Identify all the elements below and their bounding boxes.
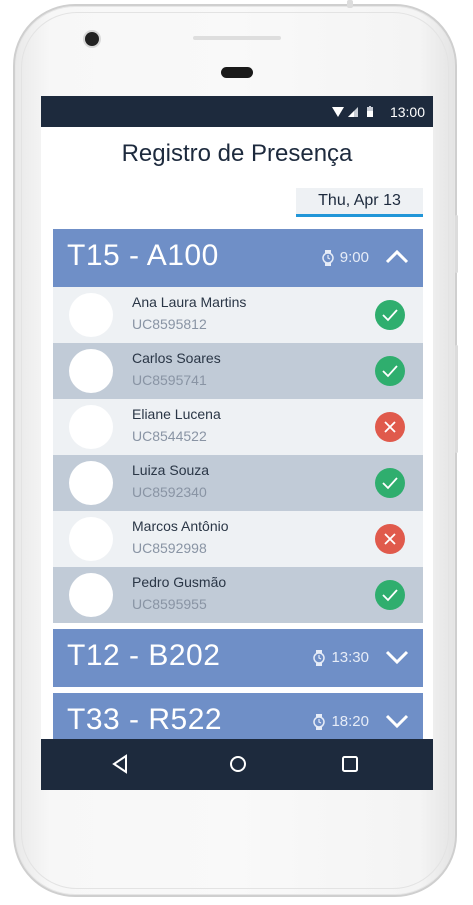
page-title: Registro de Presença [121, 140, 353, 167]
student-name: Ana Laura Martins [132, 294, 247, 310]
class-time-value: 18:20 [331, 713, 369, 730]
class-time-value: 9:00 [339, 249, 369, 266]
class-name: T33 - R522 [67, 703, 223, 736]
student-id: UC8595812 [132, 316, 207, 332]
avatar [69, 573, 113, 617]
top-notch-mark [347, 0, 353, 8]
class-name: T15 - A100 [67, 239, 219, 272]
student-row[interactable]: Ana Laura Martins UC8595812 [53, 287, 423, 343]
student-id: UC8595741 [132, 372, 207, 388]
earpiece-slit [193, 36, 281, 40]
class-time-value: 13:30 [331, 649, 369, 666]
class-name: T12 - B202 [67, 639, 221, 672]
student-id: UC8592340 [132, 484, 207, 500]
avatar [69, 461, 113, 505]
class-header-t15[interactable]: T15 - A100 9:00 [53, 229, 423, 287]
volume-button [455, 215, 458, 273]
status-bar: 13:00 [41, 96, 433, 127]
student-name: Marcos Antônio [132, 518, 229, 534]
class-time: 18:20 [313, 713, 369, 731]
avatar [69, 405, 113, 449]
back-icon[interactable] [109, 752, 133, 776]
absent-x-icon[interactable] [375, 524, 405, 554]
watch-icon [313, 714, 326, 731]
present-check-icon[interactable] [375, 580, 405, 610]
present-check-icon[interactable] [375, 356, 405, 386]
student-id: UC8544522 [132, 428, 207, 444]
class-time: 9:00 [322, 249, 369, 267]
student-row[interactable]: Carlos Soares UC8595741 [53, 343, 423, 399]
student-id: UC8595955 [132, 596, 207, 612]
present-check-icon[interactable] [375, 300, 405, 330]
avatar [69, 349, 113, 393]
power-button [455, 345, 458, 453]
present-check-icon[interactable] [375, 468, 405, 498]
status-time: 13:00 [389, 104, 425, 120]
chevron-down-icon[interactable] [385, 714, 409, 728]
student-name: Luiza Souza [132, 462, 210, 478]
front-camera [85, 32, 99, 46]
chevron-up-icon[interactable] [385, 250, 409, 264]
student-id: UC8592998 [132, 540, 207, 556]
android-nav-bar [41, 739, 433, 790]
class-header-t12[interactable]: T12 - B202 13:30 [53, 629, 423, 687]
class-time: 13:30 [313, 649, 369, 667]
avatar [69, 517, 113, 561]
student-row[interactable]: Marcos Antônio UC8592998 [53, 511, 423, 567]
avatar [69, 293, 113, 337]
app-screen: 13:00 Registro de Presença Thu, Apr 13 T… [41, 96, 433, 790]
student-row[interactable]: Pedro Gusmão UC8595955 [53, 567, 423, 623]
battery-icon [367, 106, 373, 117]
watch-icon [313, 650, 326, 667]
absent-x-icon[interactable] [375, 412, 405, 442]
date-selector[interactable]: Thu, Apr 13 [296, 188, 423, 217]
status-icons [332, 106, 373, 117]
recents-icon[interactable] [338, 752, 362, 776]
home-icon[interactable] [226, 752, 250, 776]
wifi-icon [332, 107, 344, 117]
chevron-down-icon[interactable] [385, 650, 409, 664]
student-name: Carlos Soares [132, 350, 221, 366]
signal-icon [348, 107, 358, 117]
student-name: Pedro Gusmão [132, 574, 227, 590]
student-row[interactable]: Eliane Lucena UC8544522 [53, 399, 423, 455]
watch-icon [322, 250, 334, 267]
student-name: Eliane Lucena [132, 406, 221, 422]
speaker-icon [221, 67, 253, 78]
student-row[interactable]: Luiza Souza UC8592340 [53, 455, 423, 511]
